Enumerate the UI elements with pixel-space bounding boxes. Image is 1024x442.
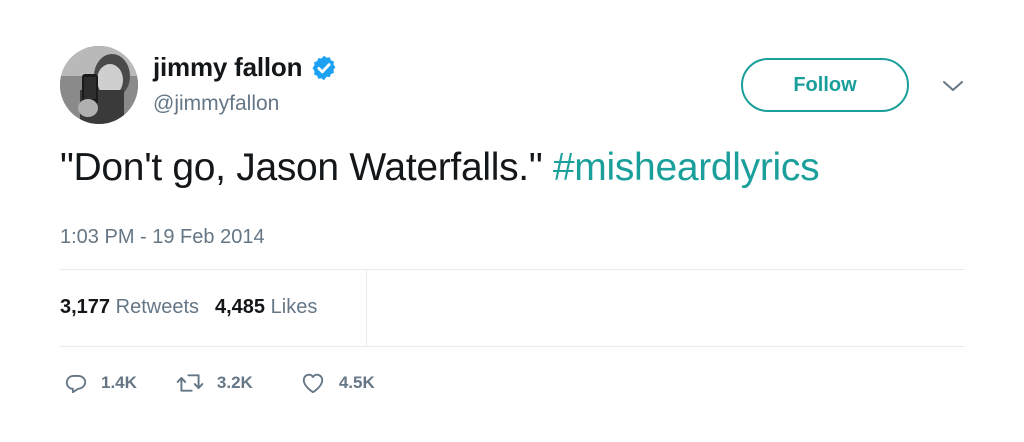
divider [60, 346, 965, 347]
likes-label: Likes [270, 296, 318, 318]
likes-stat[interactable]: 4,485 Likes [215, 296, 317, 319]
reply-icon [65, 375, 87, 394]
tweet-timestamp[interactable]: 1:03 PM - 19 Feb 2014 [60, 226, 265, 249]
tweet-actions: 1.4K 3.2K 4.5K [63, 370, 375, 396]
tweet-card: jimmy fallon @jimmyfallon Follow "Don't … [0, 0, 1024, 442]
heart-icon [302, 373, 323, 394]
retweet-button[interactable]: 3.2K [175, 370, 253, 396]
retweets-count: 3,177 [60, 296, 111, 318]
avatar-photo [60, 46, 138, 124]
display-name[interactable]: jimmy fallon [153, 52, 302, 83]
verified-badge-icon [312, 55, 336, 80]
tweet-stats: 3,177 Retweets 4,485 Likes [60, 296, 317, 319]
retweet-count: 3.2K [216, 373, 253, 392]
like-count: 4.5K [338, 373, 375, 392]
name-row: jimmy fallon [153, 52, 338, 83]
chevron-down-icon[interactable] [941, 78, 965, 94]
stats-divider [366, 270, 367, 346]
tweet-text: "Don't go, Jason Waterfalls." #misheardl… [60, 146, 820, 190]
like-button[interactable]: 4.5K [299, 370, 375, 396]
divider [60, 269, 965, 270]
retweets-stat[interactable]: 3,177 Retweets [60, 296, 199, 319]
tweet-body: "Don't go, Jason Waterfalls." [60, 146, 553, 189]
hashtag-link[interactable]: #misheardlyrics [553, 146, 820, 189]
avatar[interactable] [60, 46, 138, 124]
likes-count: 4,485 [215, 296, 266, 318]
user-handle[interactable]: @jimmyfallon [153, 92, 279, 116]
follow-button[interactable]: Follow [741, 58, 909, 112]
reply-count: 1.4K [101, 373, 137, 392]
retweet-icon [176, 374, 204, 392]
reply-button[interactable]: 1.4K [63, 370, 137, 396]
retweets-label: Retweets [115, 296, 199, 318]
